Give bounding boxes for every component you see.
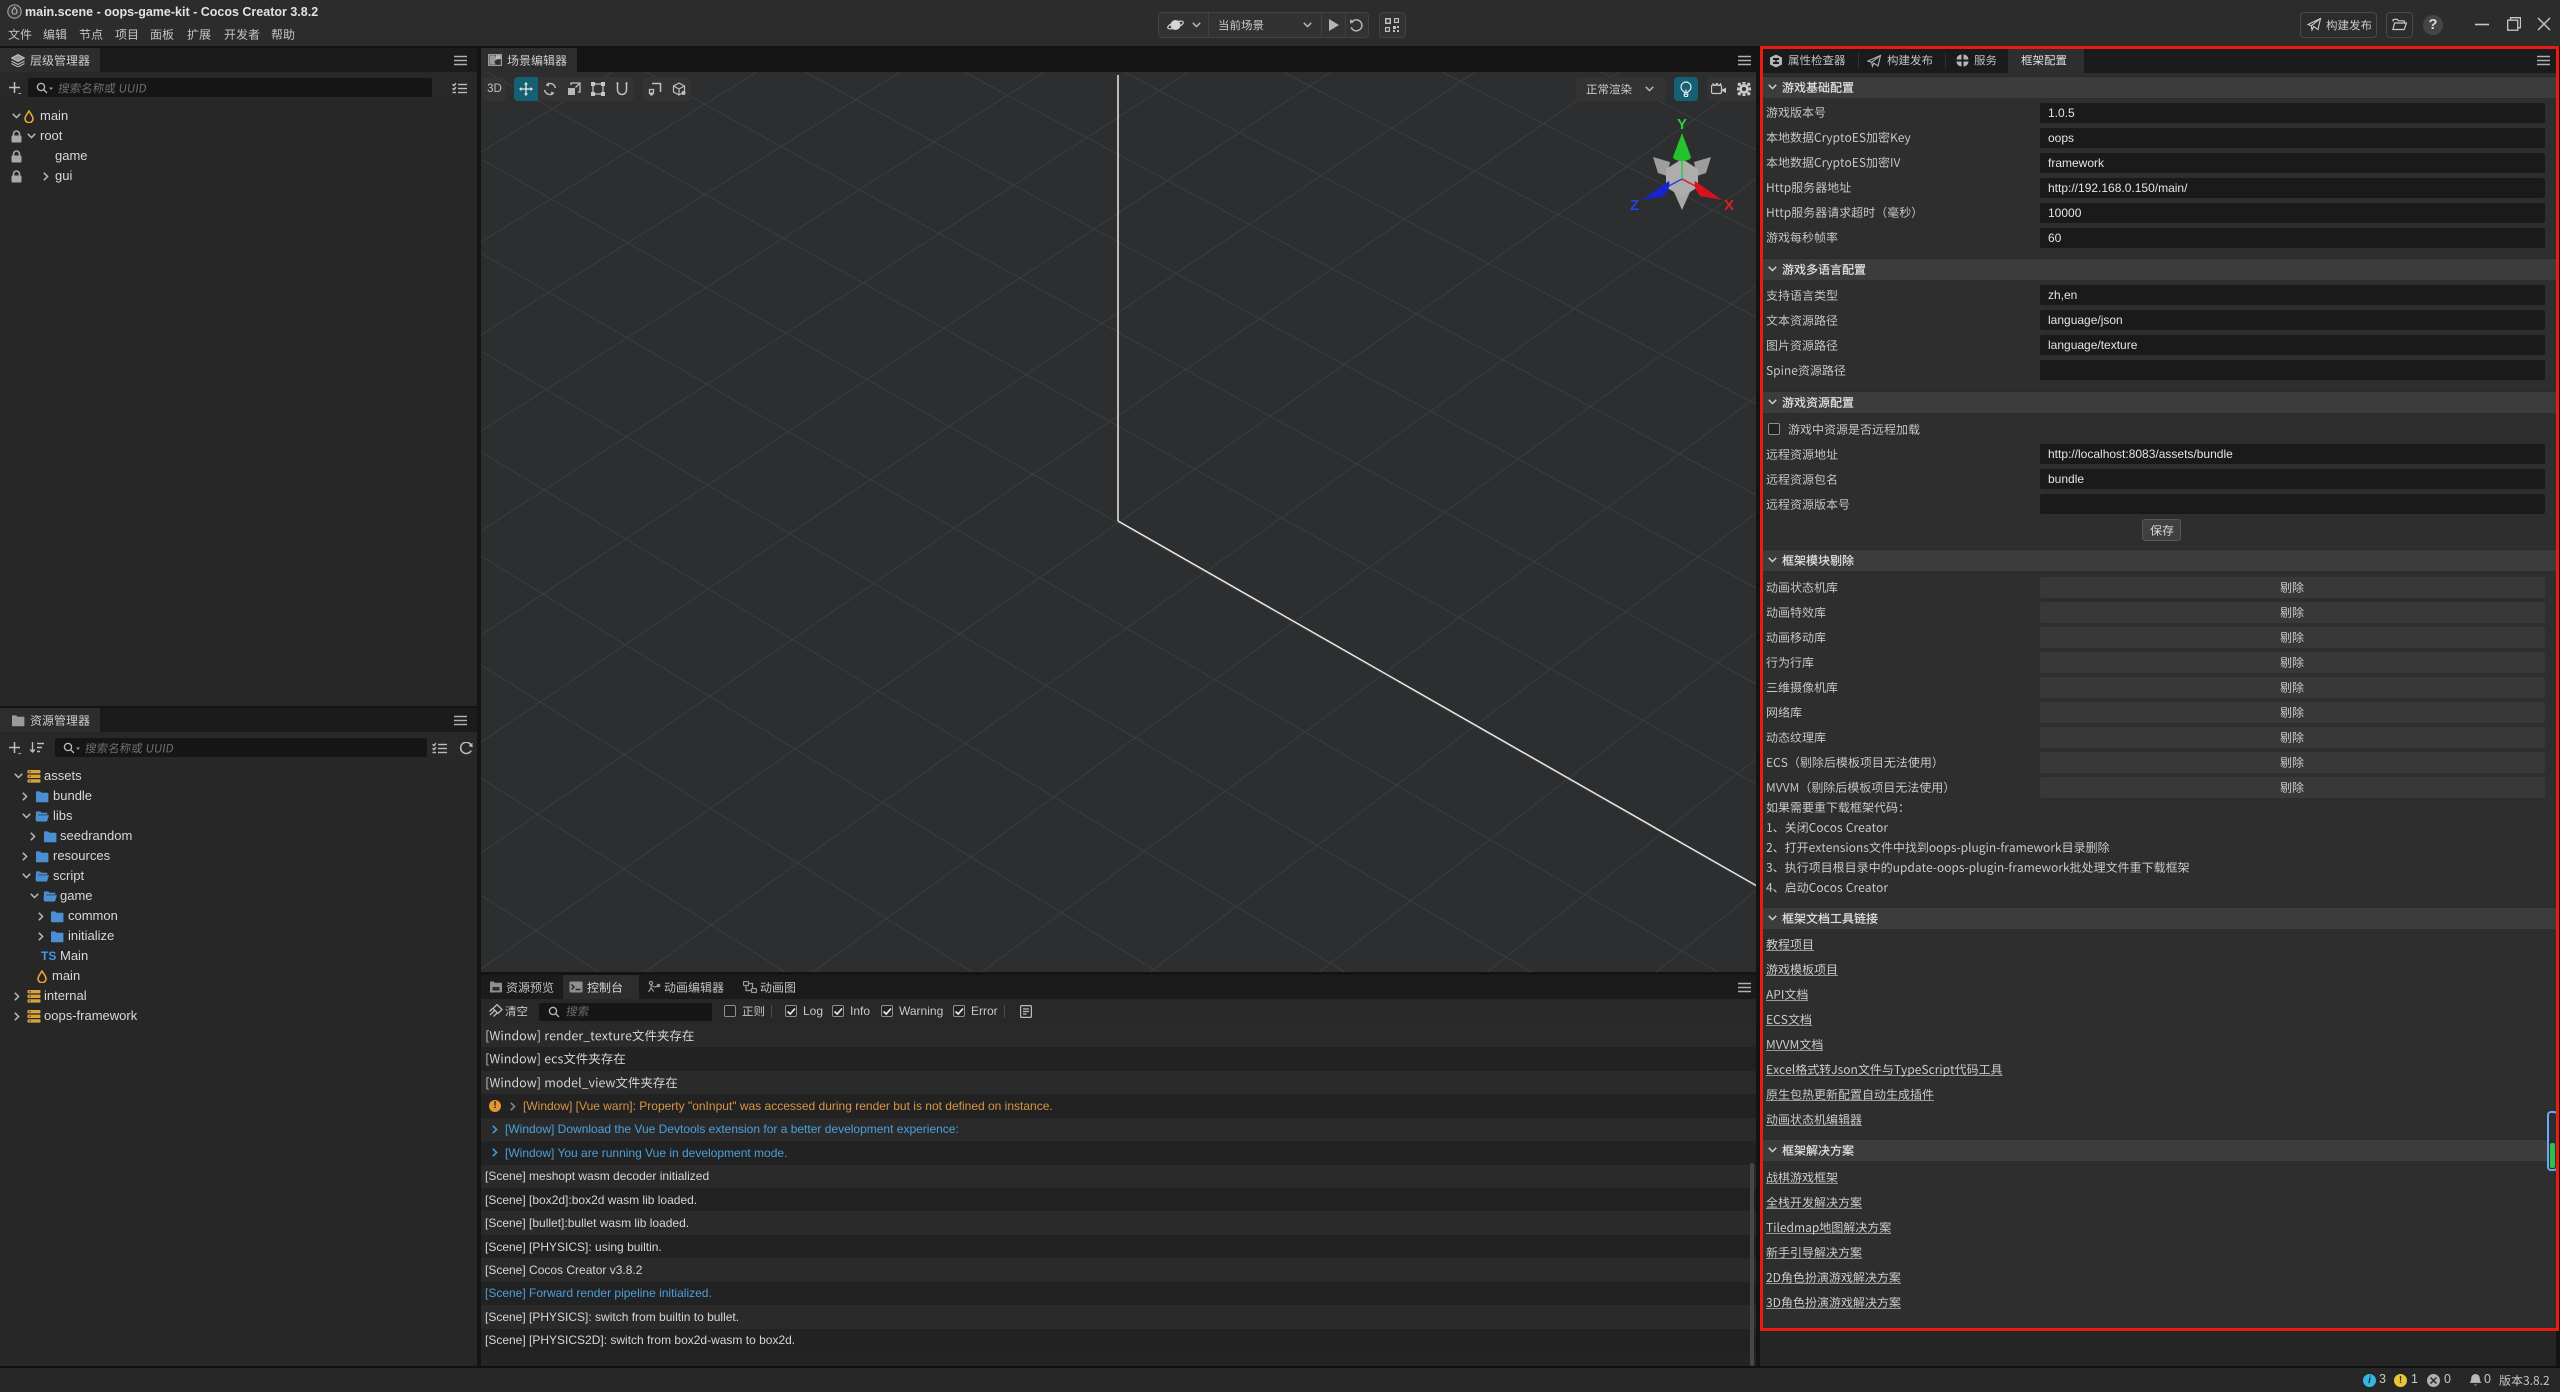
svg-text:X: X <box>1724 197 1734 214</box>
svg-text:Y: Y <box>1677 116 1687 133</box>
svg-text:Z: Z <box>1630 197 1639 214</box>
